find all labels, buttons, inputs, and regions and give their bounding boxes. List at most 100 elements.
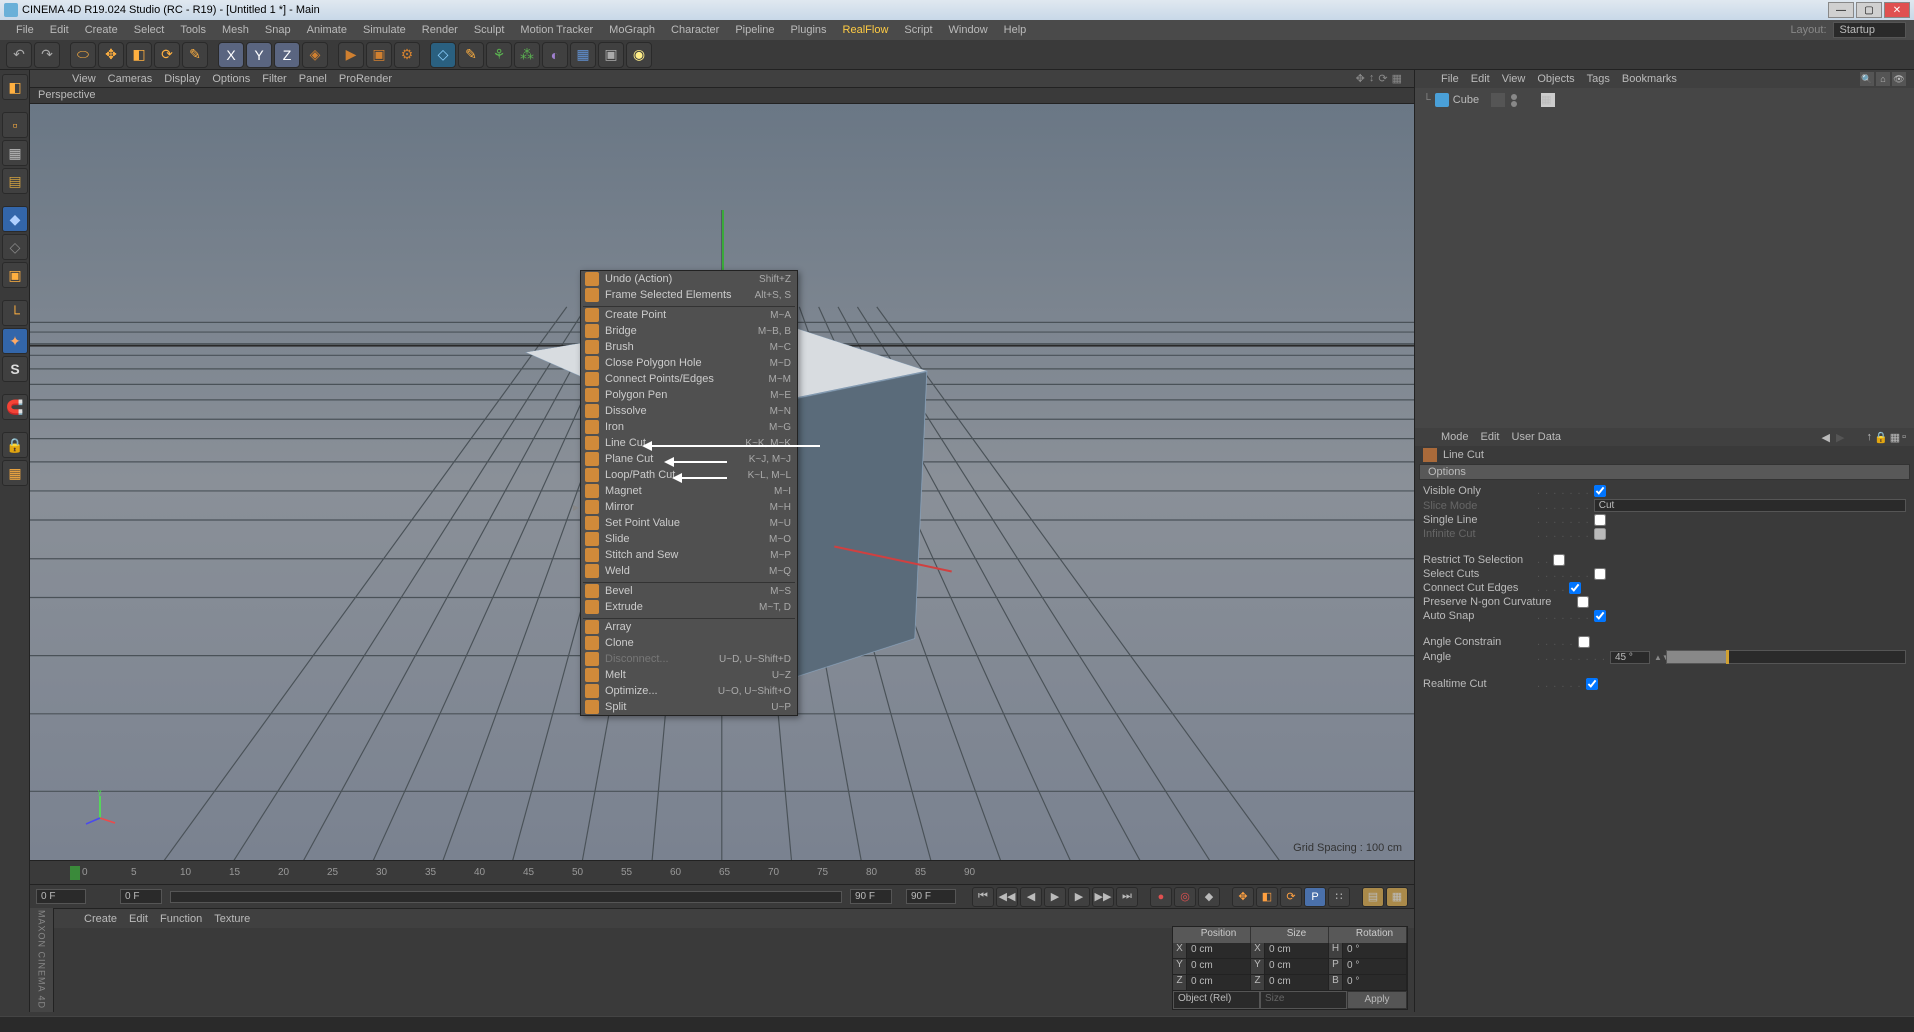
mat-menu-create[interactable]: Create (84, 913, 117, 925)
menubar-item-animate[interactable]: Animate (299, 24, 355, 36)
menubar-item-edit[interactable]: Edit (42, 24, 77, 36)
angle-constrain-checkbox[interactable] (1578, 636, 1590, 648)
attr-back-button[interactable]: ◀ (1822, 431, 1830, 444)
ctx-dissolve[interactable]: DissolveM~N (581, 403, 797, 419)
connect-edges-checkbox[interactable] (1569, 582, 1581, 594)
ctx-loop-path-cut[interactable]: Loop/Path CutK~L, M~L (581, 467, 797, 483)
vp-menu-display[interactable]: Display (164, 73, 200, 85)
axis-tool[interactable]: └ (2, 300, 28, 326)
array-button[interactable]: ⁂ (514, 42, 540, 68)
attr-new-icon[interactable]: ▫ (1902, 431, 1906, 444)
mat-menu-function[interactable]: Function (160, 913, 202, 925)
attr-options-tab[interactable]: Options (1419, 464, 1910, 480)
menubar-item-motion-tracker[interactable]: Motion Tracker (512, 24, 601, 36)
timeline-marker[interactable] (70, 866, 80, 880)
mat-menu-texture[interactable]: Texture (214, 913, 250, 925)
menubar-item-mograph[interactable]: MoGraph (601, 24, 663, 36)
deformer-button[interactable]: ◐ (542, 42, 568, 68)
menubar-item-realflow[interactable]: RealFlow (835, 24, 897, 36)
ctx-slide[interactable]: SlideM~O (581, 531, 797, 547)
ctx-line-cut[interactable]: Line CutK~K, M~K (581, 435, 797, 451)
tweak-mode[interactable]: ✦ (2, 328, 28, 354)
env-button[interactable]: ▦ (570, 42, 596, 68)
tree-item-cube[interactable]: └ Cube ▦ (1419, 92, 1910, 108)
ctx-polygon-pen[interactable]: Polygon PenM~E (581, 387, 797, 403)
next-key-button[interactable]: ▶▶ (1092, 887, 1114, 907)
coords-rot-2[interactable]: 0 ° (1343, 975, 1407, 991)
spline-button[interactable]: ✎ (458, 42, 484, 68)
timeline-ruler[interactable]: 051015202530354045505560657075808590 (30, 860, 1414, 884)
attr-menu-mode[interactable]: Mode (1441, 431, 1469, 443)
key-rot-button[interactable]: ⟳ (1280, 887, 1302, 907)
attr-menu-edit[interactable]: Edit (1481, 431, 1500, 443)
render-view-button[interactable]: ▶ (338, 42, 364, 68)
frame-end2-field[interactable] (906, 889, 956, 904)
camera-button[interactable]: ▣ (598, 42, 624, 68)
coords-rot-0[interactable]: 0 ° (1343, 943, 1407, 959)
single-line-checkbox[interactable] (1594, 514, 1606, 526)
close-button[interactable]: ✕ (1884, 2, 1910, 18)
ctx-iron[interactable]: IronM~G (581, 419, 797, 435)
coords-size-1[interactable]: 0 cm (1265, 959, 1329, 975)
maximize-button[interactable]: ▢ (1856, 2, 1882, 18)
menubar-item-snap[interactable]: Snap (257, 24, 299, 36)
obj-menu-view[interactable]: View (1502, 73, 1526, 85)
last-tool[interactable]: ✎ (182, 42, 208, 68)
ctx-frame-selected-elements[interactable]: Frame Selected ElementsAlt+S, S (581, 287, 797, 303)
move-tool[interactable]: ✥ (98, 42, 124, 68)
play-button[interactable]: ▶ (1044, 887, 1066, 907)
axis-z-toggle[interactable]: Z (274, 42, 300, 68)
frame-start-field[interactable] (36, 889, 86, 904)
attr-menu-user-data[interactable]: User Data (1512, 431, 1562, 443)
ctx-set-point-value[interactable]: Set Point ValueM~U (581, 515, 797, 531)
axis-y-toggle[interactable]: Y (246, 42, 272, 68)
workplane-button[interactable]: 🔒 (2, 432, 28, 458)
coords-size-2[interactable]: 0 cm (1265, 975, 1329, 991)
visible-only-checkbox[interactable] (1594, 485, 1606, 497)
ctx-clone[interactable]: Clone (581, 635, 797, 651)
polys-mode[interactable]: ▣ (2, 262, 28, 288)
rotate-tool[interactable]: ⟳ (154, 42, 180, 68)
coords-pos-2[interactable]: 0 cm (1187, 975, 1251, 991)
maxon-tab[interactable]: MAXON CINEMA 4D (30, 908, 54, 1012)
menubar-item-render[interactable]: Render (414, 24, 466, 36)
ctx-mirror[interactable]: ▶MirrorM~H (581, 499, 797, 515)
points-mode[interactable]: ◆ (2, 206, 28, 232)
menubar-item-create[interactable]: Create (77, 24, 126, 36)
coords-size-0[interactable]: 0 cm (1265, 943, 1329, 959)
restrict-checkbox[interactable] (1553, 554, 1565, 566)
ctx-extrude[interactable]: ExtrudeM~T, D (581, 599, 797, 615)
menubar-item-select[interactable]: Select (126, 24, 173, 36)
menubar-item-plugins[interactable]: Plugins (782, 24, 834, 36)
obj-search-icon[interactable]: 🔍 (1860, 72, 1874, 86)
ctx-bevel[interactable]: BevelM~S (581, 583, 797, 599)
attr-lock-icon[interactable]: 🔒 (1874, 431, 1888, 444)
snap-s-button[interactable]: S (2, 356, 28, 382)
key-pos-button[interactable]: ✥ (1232, 887, 1254, 907)
menubar-item-mesh[interactable]: Mesh (214, 24, 257, 36)
key-param-button[interactable]: P (1304, 887, 1326, 907)
axis-x-toggle[interactable]: X (218, 42, 244, 68)
auto-snap-checkbox[interactable] (1594, 610, 1606, 622)
apply-button[interactable]: Apply (1347, 991, 1407, 1009)
obj-menu-bookmarks[interactable]: Bookmarks (1622, 73, 1677, 85)
ctx-connect-points-edges[interactable]: Connect Points/EdgesM~M (581, 371, 797, 387)
render-pv-button[interactable]: ▣ (366, 42, 392, 68)
workplane-mode[interactable]: ▤ (2, 168, 28, 194)
ctx-weld[interactable]: WeldM~Q (581, 563, 797, 579)
keyframe-button[interactable]: ◆ (1198, 887, 1220, 907)
key-scale-button[interactable]: ◧ (1256, 887, 1278, 907)
obj-menu-edit[interactable]: Edit (1471, 73, 1490, 85)
obj-eye-icon[interactable]: 👁 (1892, 72, 1906, 86)
primitive-button[interactable]: ◇ (430, 42, 456, 68)
select-tool[interactable]: ⬭ (70, 42, 96, 68)
vp-rotate-icon[interactable]: ⟳ (1378, 72, 1387, 85)
light-button[interactable]: ◉ (626, 42, 652, 68)
ctx-array[interactable]: Array (581, 619, 797, 635)
ctx-melt[interactable]: MeltU~Z (581, 667, 797, 683)
preview-button[interactable]: ▤ (1362, 887, 1384, 907)
texture-mode[interactable]: ▦ (2, 140, 28, 166)
autokey-button[interactable]: ◎ (1174, 887, 1196, 907)
ctx-create-point[interactable]: Create PointM~A (581, 307, 797, 323)
preserve-ngon-checkbox[interactable] (1577, 596, 1589, 608)
